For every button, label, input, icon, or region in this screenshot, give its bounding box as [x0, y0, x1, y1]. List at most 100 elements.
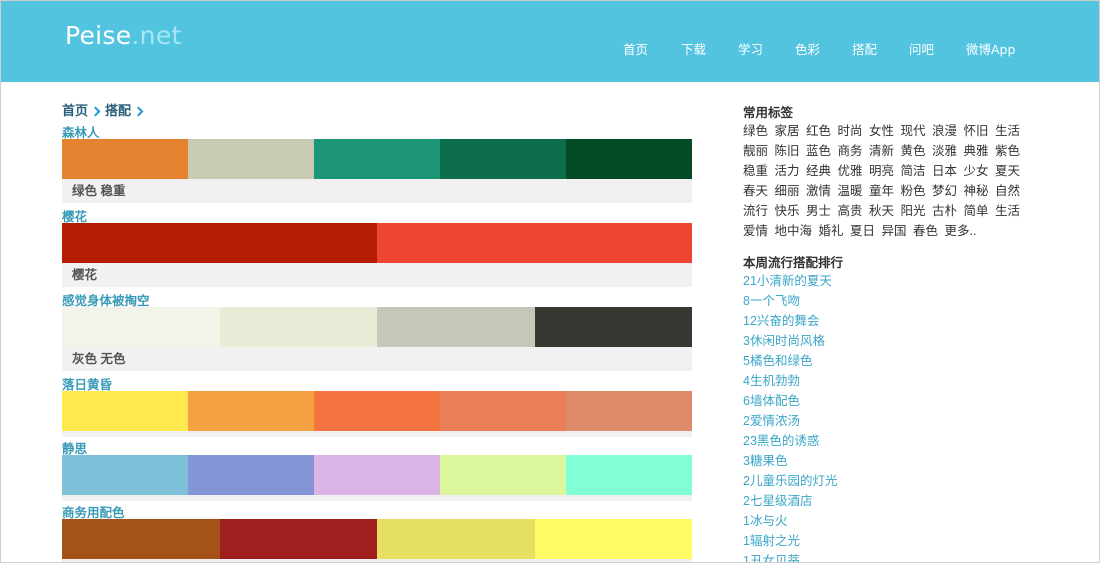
tag-link[interactable]: 流行: [743, 204, 768, 218]
ranking-link[interactable]: 小清新的夏天: [757, 274, 832, 288]
tag-link[interactable]: 婚礼: [819, 224, 844, 238]
color-swatch[interactable]: [566, 455, 692, 495]
ranking-link[interactable]: 冰与火: [750, 514, 788, 528]
tag-link[interactable]: 爱情: [743, 224, 768, 238]
ranking-link[interactable]: 黑色的诱惑: [757, 434, 820, 448]
color-swatch[interactable]: [566, 391, 692, 431]
tag-link[interactable]: 激情: [806, 184, 831, 198]
tag-link[interactable]: 陈旧: [775, 144, 800, 158]
tag-link[interactable]: 靓丽: [743, 144, 768, 158]
tag-link[interactable]: 简单: [964, 204, 989, 218]
tag-link[interactable]: 活力: [775, 164, 800, 178]
tag-link[interactable]: 明亮: [869, 164, 894, 178]
ranking-link[interactable]: 墙体配色: [750, 394, 800, 408]
ranking-link[interactable]: 辐射之光: [750, 534, 800, 548]
ranking-link[interactable]: 爱情浓汤: [750, 414, 800, 428]
tag-link[interactable]: 黄色: [901, 144, 926, 158]
color-swatch[interactable]: [314, 391, 440, 431]
color-swatch[interactable]: [534, 519, 692, 559]
ranking-link[interactable]: 儿童乐园的灯光: [750, 474, 838, 488]
tag-link[interactable]: 女性: [869, 124, 894, 138]
ranking-link[interactable]: 兴奋的舞会: [757, 314, 820, 328]
tag-link[interactable]: 粉色: [901, 184, 926, 198]
tag-link[interactable]: 春天: [743, 184, 768, 198]
color-swatch[interactable]: [377, 307, 535, 347]
color-swatch[interactable]: [219, 519, 377, 559]
more-tags-link[interactable]: 更多..: [945, 224, 977, 238]
nav-weibo-app[interactable]: 微博App: [966, 39, 1015, 58]
color-swatch[interactable]: [314, 139, 440, 179]
scheme-swatches[interactable]: [62, 391, 692, 431]
tag-link[interactable]: 优雅: [838, 164, 863, 178]
tag-link[interactable]: 淡雅: [932, 144, 957, 158]
tag-link[interactable]: 时尚: [838, 124, 863, 138]
tag-link[interactable]: 清新: [869, 144, 894, 158]
tag-link[interactable]: 自然: [995, 184, 1020, 198]
scheme-swatches[interactable]: [62, 139, 692, 179]
scheme-swatches[interactable]: [62, 455, 692, 495]
tag-link[interactable]: 家居: [775, 124, 800, 138]
tag-link[interactable]: 绿色: [743, 124, 768, 138]
color-swatch[interactable]: [219, 307, 377, 347]
tag-link[interactable]: 地中海: [775, 224, 813, 238]
tag-link[interactable]: 蓝色: [806, 144, 831, 158]
tag-link[interactable]: 夏日: [850, 224, 875, 238]
tag-link[interactable]: 细丽: [775, 184, 800, 198]
scheme-swatches[interactable]: [62, 519, 692, 559]
tag-link[interactable]: 经典: [806, 164, 831, 178]
color-swatch[interactable]: [62, 391, 188, 431]
nav-home[interactable]: 首页: [623, 39, 648, 58]
breadcrumb-current[interactable]: 搭配: [105, 103, 131, 118]
ranking-link[interactable]: 橘色和绿色: [750, 354, 813, 368]
nav-learn[interactable]: 学习: [738, 39, 763, 58]
scheme-swatches[interactable]: [62, 223, 692, 263]
tag-link[interactable]: 异国: [882, 224, 907, 238]
tag-link[interactable]: 古朴: [932, 204, 957, 218]
tag-link[interactable]: 红色: [806, 124, 831, 138]
color-swatch[interactable]: [62, 223, 377, 263]
color-swatch[interactable]: [62, 519, 220, 559]
tag-link[interactable]: 简洁: [901, 164, 926, 178]
tag-link[interactable]: 神秘: [964, 184, 989, 198]
tag-link[interactable]: 童年: [869, 184, 894, 198]
color-swatch[interactable]: [188, 455, 314, 495]
tag-link[interactable]: 夏天: [995, 164, 1020, 178]
tag-link[interactable]: 生活: [995, 124, 1020, 138]
tag-link[interactable]: 快乐: [775, 204, 800, 218]
scheme-swatches[interactable]: [62, 307, 692, 347]
nav-download[interactable]: 下载: [681, 39, 706, 58]
tag-link[interactable]: 怀旧: [964, 124, 989, 138]
color-swatch[interactable]: [62, 139, 188, 179]
ranking-link[interactable]: 七星级酒店: [750, 494, 813, 508]
tag-link[interactable]: 秋天: [869, 204, 894, 218]
color-swatch[interactable]: [62, 307, 220, 347]
tag-link[interactable]: 浪漫: [932, 124, 957, 138]
tag-link[interactable]: 紫色: [995, 144, 1020, 158]
ranking-link[interactable]: 生机勃勃: [750, 374, 800, 388]
color-swatch[interactable]: [377, 519, 535, 559]
ranking-link[interactable]: 一个飞吻: [750, 294, 800, 308]
color-swatch[interactable]: [188, 139, 314, 179]
tag-link[interactable]: 生活: [995, 204, 1020, 218]
color-swatch[interactable]: [314, 455, 440, 495]
tag-link[interactable]: 男士: [806, 204, 831, 218]
nav-qa[interactable]: 问吧: [909, 39, 934, 58]
color-swatch[interactable]: [534, 307, 692, 347]
color-swatch[interactable]: [440, 455, 566, 495]
breadcrumb-home[interactable]: 首页: [62, 103, 88, 118]
tag-link[interactable]: 商务: [838, 144, 863, 158]
tag-link[interactable]: 阳光: [901, 204, 926, 218]
tag-link[interactable]: 温暖: [838, 184, 863, 198]
tag-link[interactable]: 典雅: [964, 144, 989, 158]
color-swatch[interactable]: [377, 223, 692, 263]
tag-link[interactable]: 高贵: [838, 204, 863, 218]
color-swatch[interactable]: [440, 391, 566, 431]
ranking-link[interactable]: 休闲时尚风格: [750, 334, 825, 348]
color-swatch[interactable]: [440, 139, 566, 179]
color-swatch[interactable]: [62, 455, 188, 495]
tag-link[interactable]: 少女: [964, 164, 989, 178]
nav-schemes[interactable]: 搭配: [852, 39, 877, 58]
tag-link[interactable]: 现代: [901, 124, 926, 138]
tag-link[interactable]: 春色: [913, 224, 938, 238]
color-swatch[interactable]: [188, 391, 314, 431]
